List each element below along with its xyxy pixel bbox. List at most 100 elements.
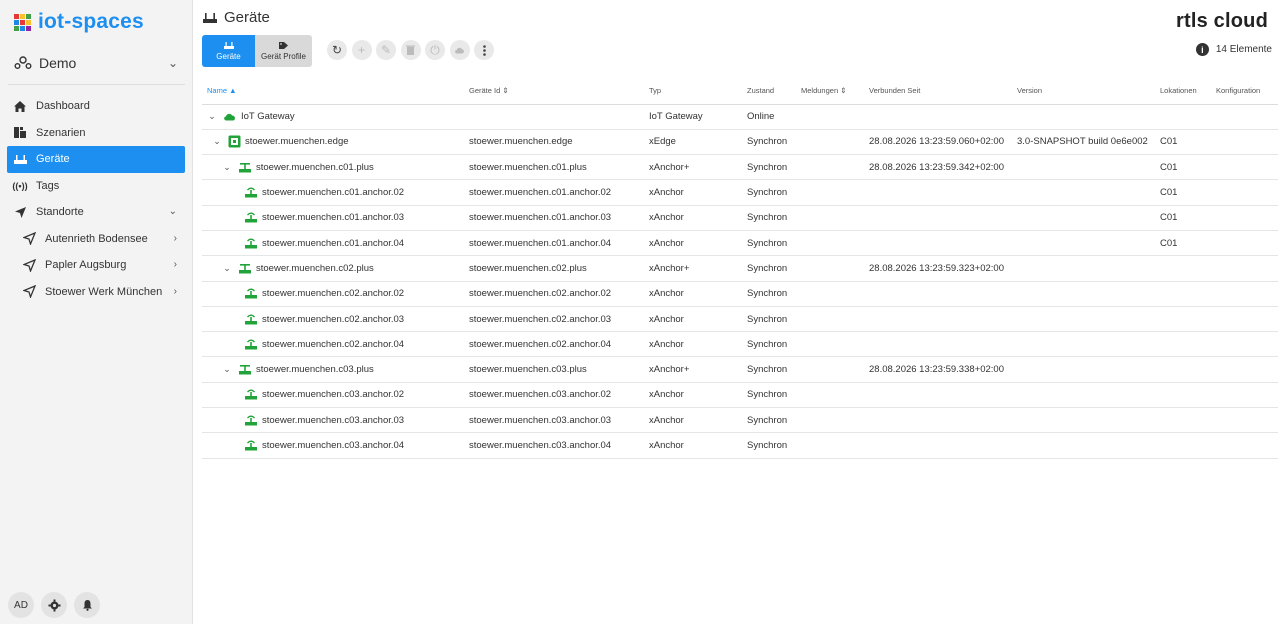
column-header-verbunden[interactable]: Verbunden Seit	[864, 78, 1012, 105]
org-selector[interactable]: Demo ⌄	[14, 52, 182, 74]
anchor-plus-icon	[238, 364, 252, 375]
sidebar-item-papler-augsburg[interactable]: Papler Augsburg ›	[7, 252, 185, 279]
app-logo[interactable]: iot-spaces	[14, 10, 144, 34]
tab-geraete[interactable]: Geräte	[202, 35, 255, 67]
row-name: stoewer.muenchen.c02.anchor.04	[262, 338, 405, 350]
column-header-id[interactable]: Geräte Id ⇕	[464, 78, 644, 105]
row-name: stoewer.muenchen.c01.plus	[256, 161, 374, 173]
settings-gear-icon[interactable]	[41, 592, 67, 618]
column-header-typ[interactable]: Typ	[644, 78, 742, 105]
table-row[interactable]: ⌄ stoewer.muenchen.c03.plus stoewer.muench…	[202, 356, 1278, 383]
table-row[interactable]: stoewer.muenchen.c02.anchor.04 stoewer.mu…	[202, 331, 1278, 358]
cell-name: ⌄ IoT Gateway	[202, 104, 464, 130]
location-arrow-icon	[12, 205, 28, 219]
table-row[interactable]: stoewer.muenchen.c03.anchor.04 stoewer.mu…	[202, 432, 1278, 459]
sidebar-item-autenrieth-bodensee[interactable]: Autenrieth Bodensee ›	[7, 226, 185, 253]
cell-lokationen: C01	[1155, 179, 1211, 206]
sidebar-item-geraete[interactable]: Geräte	[7, 146, 185, 173]
chevron-down-icon[interactable]: ⌄	[207, 111, 217, 122]
column-header-lokationen[interactable]: Lokationen	[1155, 78, 1211, 105]
cell-typ: xAnchor	[644, 432, 742, 459]
add-icon[interactable]: +	[351, 40, 372, 60]
tab-geraet-profile[interactable]: Gerät Profile	[255, 35, 312, 67]
chevron-down-icon[interactable]: ⌄	[212, 136, 222, 147]
sidebar-item-label: Dashboard	[36, 100, 90, 113]
cloud-upload-icon[interactable]	[449, 40, 470, 60]
sidebar-item-dashboard[interactable]: Dashboard	[7, 93, 185, 120]
table-row[interactable]: stoewer.muenchen.c02.anchor.03 stoewer.mu…	[202, 306, 1278, 333]
table-row[interactable]: ⌄ stoewer.muenchen.c02.plus stoewer.muench…	[202, 255, 1278, 282]
table-row[interactable]: ⌄ IoT Gateway IoT Gateway Online	[202, 104, 1278, 130]
cell-lokationen	[1155, 432, 1211, 459]
cell-name: stoewer.muenchen.c01.anchor.02	[202, 179, 464, 206]
table-row[interactable]: stoewer.muenchen.c03.anchor.02 stoewer.mu…	[202, 382, 1278, 409]
cell-typ: xAnchor+	[644, 255, 742, 282]
table-row[interactable]: ⌄ stoewer.muenchen.c01.plus stoewer.muench…	[202, 154, 1278, 181]
org-name: Demo	[39, 55, 77, 71]
cell-konfiguration	[1211, 230, 1278, 257]
cell-id: stoewer.muenchen.c01.anchor.04	[464, 230, 644, 257]
chevron-down-icon[interactable]: ⌄	[222, 162, 232, 173]
home-icon	[12, 99, 28, 113]
cell-konfiguration	[1211, 306, 1278, 333]
table-row[interactable]: stoewer.muenchen.c01.anchor.04 stoewer.mu…	[202, 230, 1278, 257]
table-row[interactable]: stoewer.muenchen.c03.anchor.03 stoewer.mu…	[202, 407, 1278, 434]
cell-version	[1012, 356, 1155, 383]
cell-verbunden	[864, 230, 1012, 257]
cell-id: stoewer.muenchen.c02.anchor.02	[464, 281, 644, 307]
cell-zustand: Synchron	[742, 129, 796, 156]
cell-typ: xAnchor	[644, 306, 742, 333]
table-row[interactable]: stoewer.muenchen.c01.anchor.02 stoewer.mu…	[202, 179, 1278, 206]
anchor-plus-icon	[238, 263, 252, 274]
table-row[interactable]: ⌄ stoewer.muenchen.edge stoewer.muenchen.e…	[202, 129, 1278, 156]
location-arrow-icon	[21, 285, 37, 299]
row-name: stoewer.muenchen.c02.anchor.03	[262, 313, 405, 325]
trash-icon[interactable]	[400, 40, 421, 60]
chevron-down-icon[interactable]: ⌄	[222, 364, 232, 375]
cell-meldungen	[796, 306, 864, 333]
power-icon[interactable]: ⏻	[425, 40, 445, 60]
cell-verbunden: 28.08.2026 13:23:59.342+02:00	[864, 154, 1012, 181]
anchor-icon	[244, 212, 258, 223]
cell-zustand: Synchron	[742, 331, 796, 358]
column-header-konfiguration[interactable]: Konfiguration	[1211, 78, 1278, 105]
table-row[interactable]: stoewer.muenchen.c01.anchor.03 stoewer.mu…	[202, 205, 1278, 231]
refresh-icon[interactable]: ↻	[327, 40, 347, 60]
toolbar: ↻ + ✎ ⏻	[327, 40, 499, 60]
sidebar-item-stoewer-werk-muenchen[interactable]: Stoewer Werk München ›	[7, 279, 185, 306]
bell-icon[interactable]	[74, 592, 100, 618]
sidebar-item-szenarien[interactable]: Szenarien	[7, 120, 185, 147]
cell-name: stoewer.muenchen.c02.anchor.04	[202, 331, 464, 358]
avatar[interactable]: AD	[8, 592, 34, 618]
cell-konfiguration	[1211, 407, 1278, 434]
column-header-meldungen[interactable]: Meldungen ⇕	[796, 78, 864, 105]
column-header-version[interactable]: Version	[1012, 78, 1155, 105]
cell-lokationen: C01	[1155, 129, 1211, 156]
column-header-zustand[interactable]: Zustand	[742, 78, 796, 105]
cell-name: stoewer.muenchen.c03.anchor.04	[202, 432, 464, 459]
cell-version	[1012, 407, 1155, 434]
cell-typ: xAnchor	[644, 281, 742, 307]
more-vertical-icon[interactable]	[474, 40, 494, 60]
page-title-text: Geräte	[224, 9, 270, 26]
sort-asc-icon: ▲	[229, 86, 237, 96]
cell-konfiguration	[1211, 179, 1278, 206]
cell-lokationen: C01	[1155, 205, 1211, 231]
item-count-label: 14 Elemente	[1215, 44, 1272, 55]
cell-verbunden: 28.08.2026 13:23:59.323+02:00	[864, 255, 1012, 282]
sidebar-item-standorte[interactable]: Standorte ⌄	[7, 199, 185, 226]
cell-zustand: Synchron	[742, 255, 796, 282]
scenarios-icon	[12, 126, 28, 140]
sidebar-item-label: Standorte	[36, 206, 84, 219]
page-title: Geräte	[202, 9, 270, 26]
cell-lokationen	[1155, 356, 1211, 383]
table-row[interactable]: stoewer.muenchen.c02.anchor.02 stoewer.mu…	[202, 281, 1278, 307]
cell-id: stoewer.muenchen.c03.anchor.02	[464, 382, 644, 409]
row-name: stoewer.muenchen.c01.anchor.04	[262, 237, 405, 249]
cell-id: stoewer.muenchen.c02.plus	[464, 255, 644, 282]
sidebar-item-tags[interactable]: ((•)) Tags	[7, 173, 185, 200]
column-header-name[interactable]: Name ▲	[202, 78, 464, 105]
cell-lokationen	[1155, 306, 1211, 333]
edit-pencil-icon[interactable]: ✎	[376, 40, 396, 60]
chevron-down-icon[interactable]: ⌄	[222, 263, 232, 274]
